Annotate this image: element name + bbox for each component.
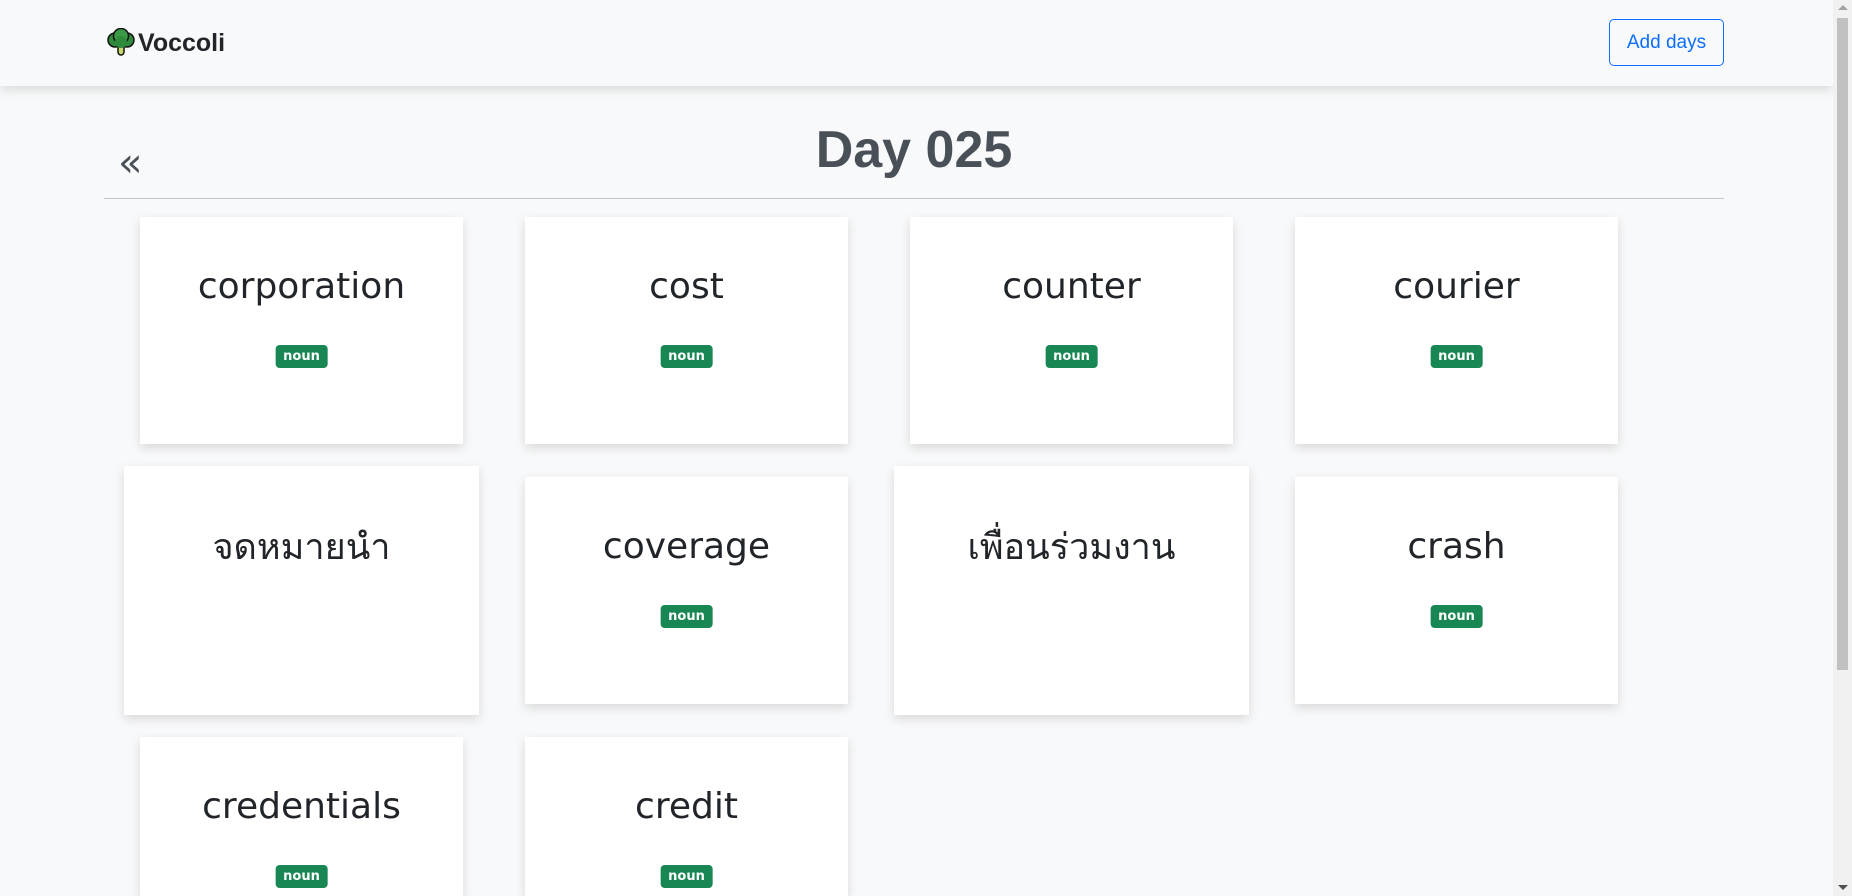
word-card[interactable]: counter noun: [910, 217, 1233, 444]
word-text: corporation: [197, 266, 406, 307]
word-card[interactable]: จดหมายนำ: [124, 466, 479, 715]
word-text: courier: [1393, 266, 1520, 307]
add-days-button[interactable]: Add days: [1609, 19, 1724, 66]
vertical-scrollbar[interactable]: [1833, 0, 1852, 896]
brand-name: Voccoli: [138, 28, 226, 57]
word-text: coverage: [602, 526, 771, 567]
title-divider: [104, 198, 1724, 199]
broccoli-icon: [107, 28, 135, 56]
word-text: crash: [1407, 526, 1506, 567]
scroll-down-arrow-icon[interactable]: [1838, 885, 1848, 890]
word-card[interactable]: corporation noun: [140, 217, 463, 444]
word-card[interactable]: crash noun: [1295, 477, 1618, 704]
page-title: Day 025: [815, 121, 1013, 179]
part-of-speech-badge: noun: [275, 345, 328, 368]
word-card[interactable]: courier noun: [1295, 217, 1618, 444]
word-text: credentials: [202, 786, 401, 827]
word-card[interactable]: cost noun: [525, 217, 848, 444]
scroll-up-arrow-icon[interactable]: [1838, 5, 1848, 10]
word-card[interactable]: coverage noun: [525, 477, 848, 704]
word-text: credit: [635, 786, 738, 827]
part-of-speech-badge: noun: [1430, 605, 1483, 628]
part-of-speech-badge: noun: [660, 865, 713, 888]
scrollbar-thumb[interactable]: [1837, 18, 1848, 670]
brand-link[interactable]: Voccoli: [106, 28, 225, 58]
part-of-speech-badge: noun: [275, 865, 328, 888]
word-text: cost: [649, 266, 724, 307]
word-card[interactable]: credit noun: [525, 737, 848, 896]
part-of-speech-badge: noun: [1430, 345, 1483, 368]
part-of-speech-badge: noun: [660, 345, 713, 368]
word-card[interactable]: เพื่อนร่วมงาน: [894, 466, 1249, 715]
word-text: จดหมายนำ: [212, 527, 391, 568]
top-navbar: Voccoli Add days: [0, 0, 1833, 86]
word-text: เพื่อนร่วมงาน: [967, 527, 1176, 568]
word-card[interactable]: credentials noun: [140, 737, 463, 896]
part-of-speech-badge: noun: [660, 605, 713, 628]
part-of-speech-badge: noun: [1045, 345, 1098, 368]
word-text: counter: [1002, 266, 1141, 307]
